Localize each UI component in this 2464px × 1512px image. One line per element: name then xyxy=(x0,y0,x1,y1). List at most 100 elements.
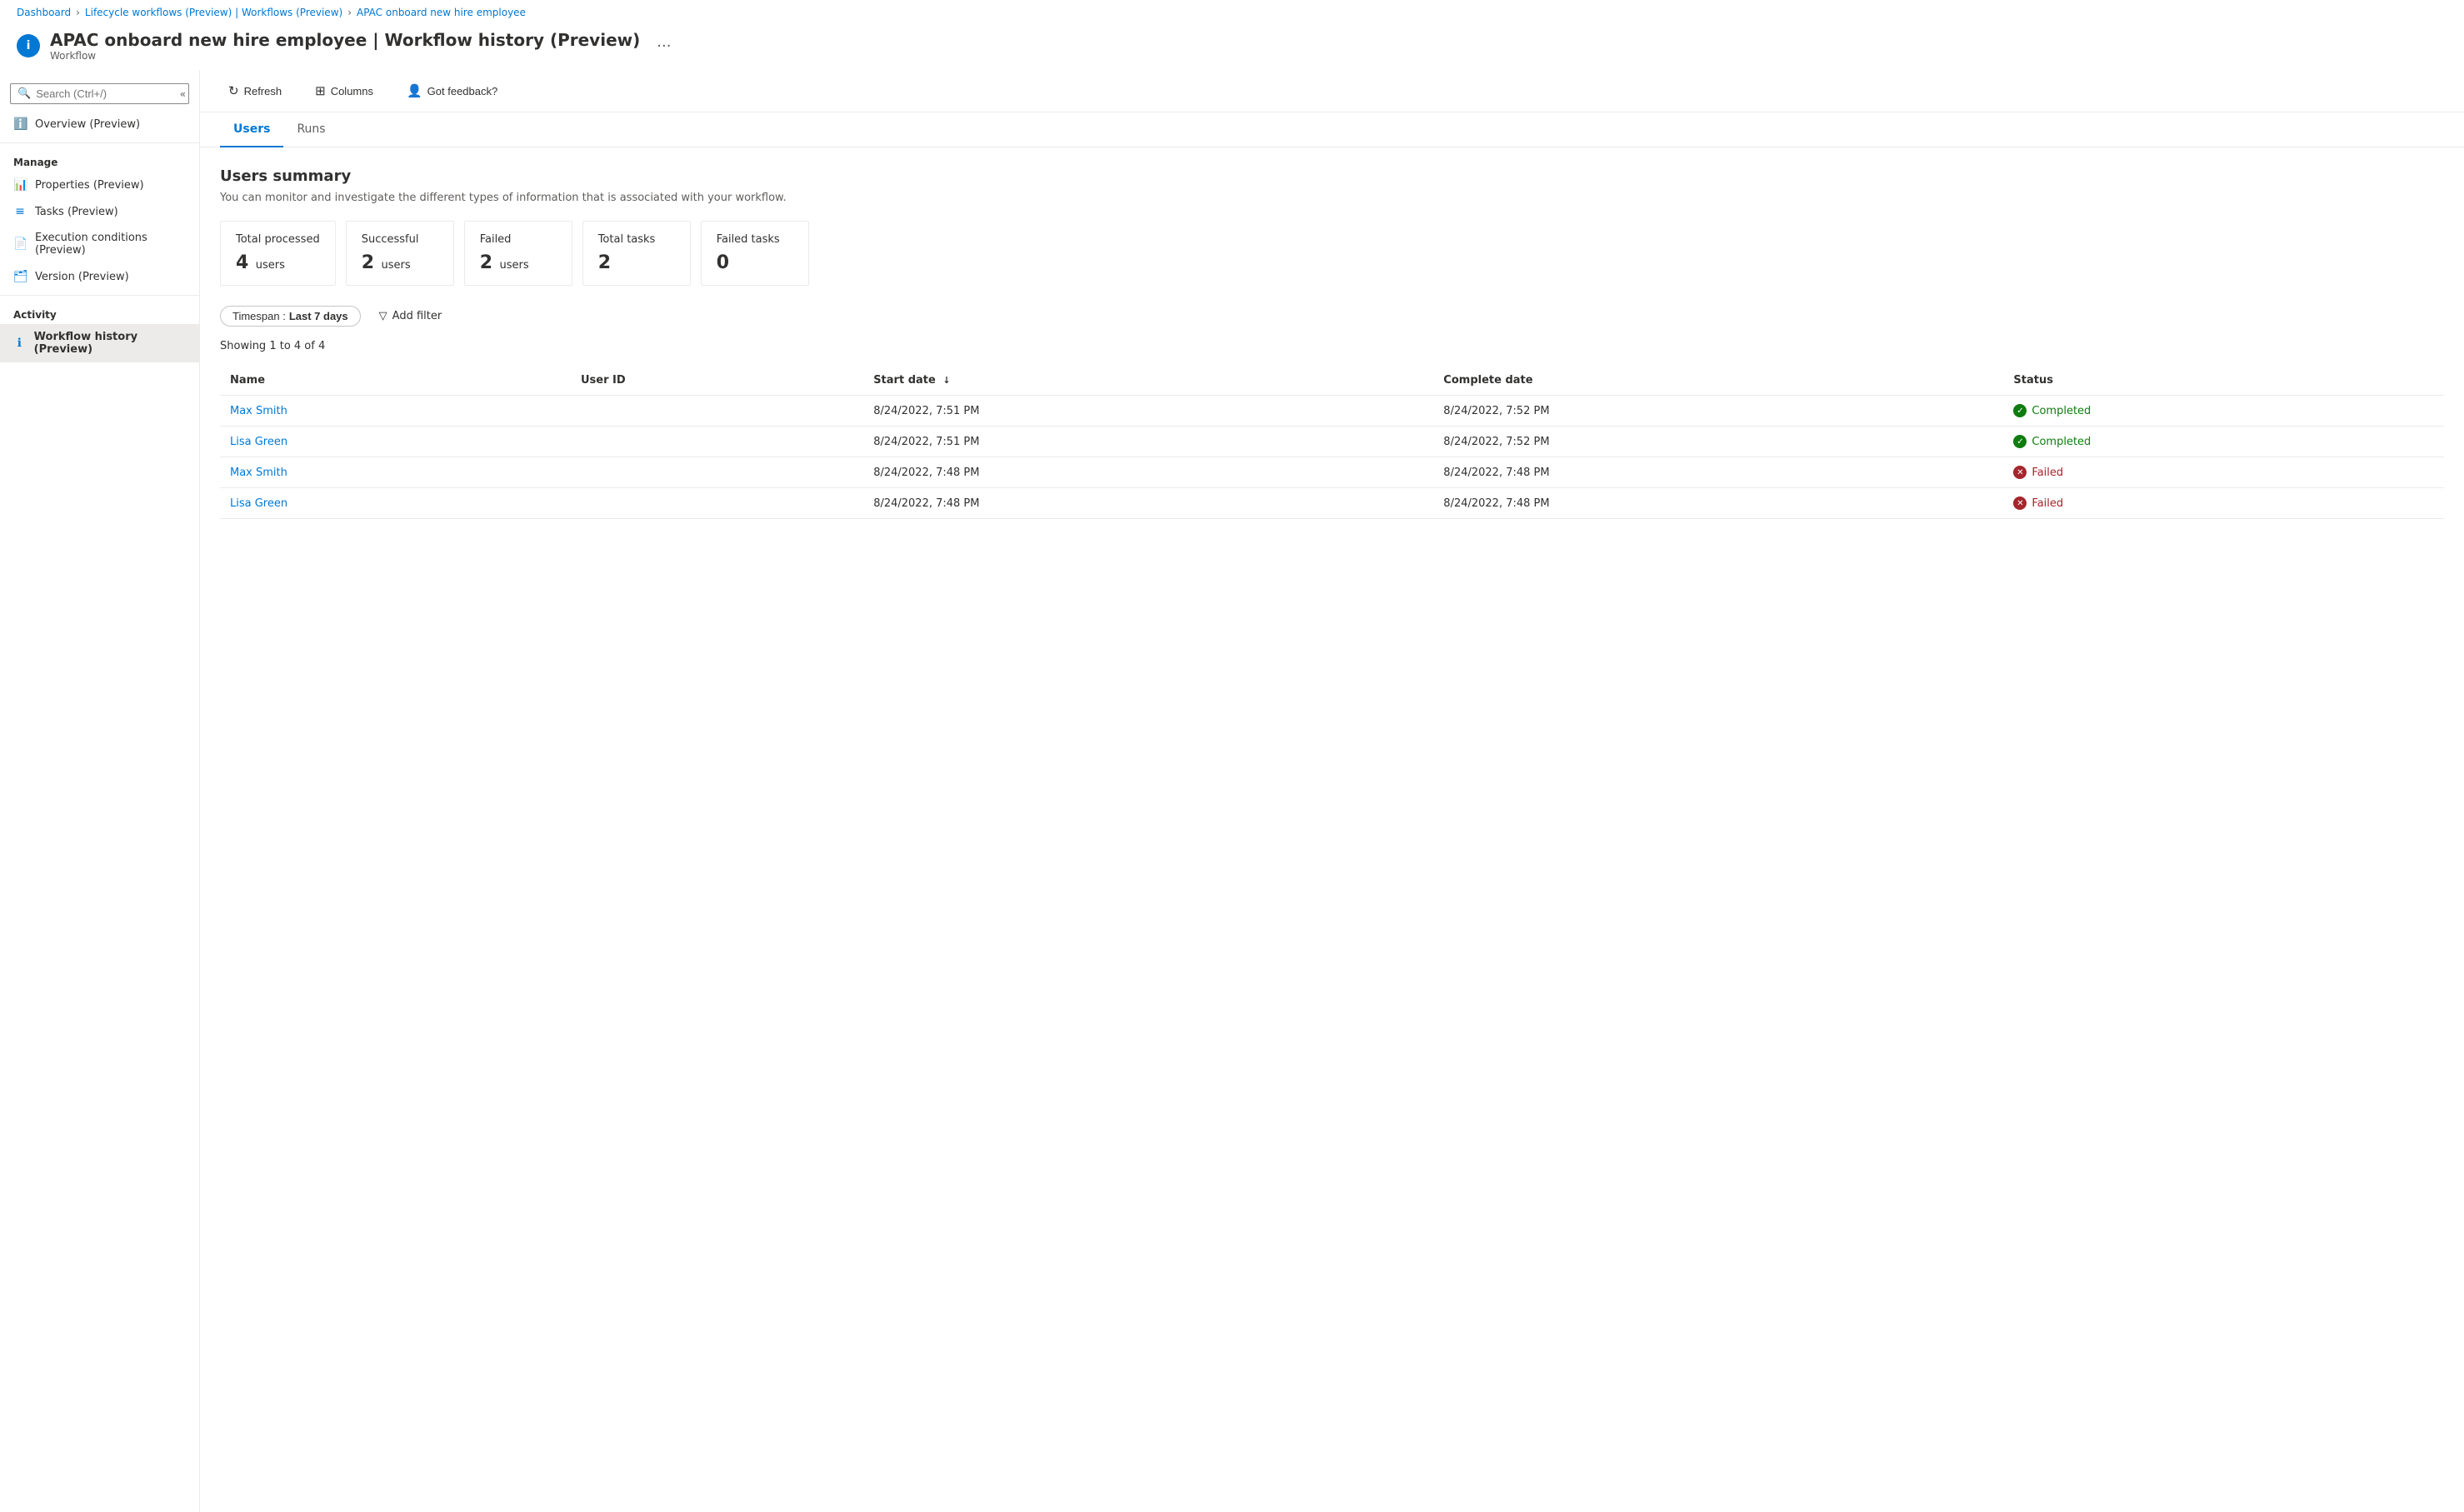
search-input[interactable] xyxy=(36,87,182,100)
col-header-start-date[interactable]: Start date ↓ xyxy=(863,366,1433,396)
info-icon: ℹ️ xyxy=(13,117,27,131)
showing-text: Showing 1 to 4 of 4 xyxy=(220,340,2444,352)
cell-user-id xyxy=(571,488,863,519)
page-content: Users summary You can monitor and invest… xyxy=(200,147,2464,1512)
failed-icon: ✕ xyxy=(2013,466,2027,479)
cell-name[interactable]: Max Smith xyxy=(220,457,571,488)
cell-start-date: 8/24/2022, 7:48 PM xyxy=(863,488,1433,519)
cell-name[interactable]: Lisa Green xyxy=(220,427,571,457)
refresh-button[interactable]: ↻ Refresh xyxy=(220,78,290,103)
sidebar-divider-2 xyxy=(0,295,199,296)
info-circle-icon: ℹ xyxy=(13,337,26,350)
add-filter-label: Add filter xyxy=(392,310,442,322)
status-text: Failed xyxy=(2032,497,2063,510)
cell-complete-date: 8/24/2022, 7:52 PM xyxy=(1433,427,2003,457)
col-header-name: Name xyxy=(220,366,571,396)
tabs: Users Runs xyxy=(200,112,2464,147)
list-icon: ≡ xyxy=(13,205,27,218)
sidebar-item-properties[interactable]: 📊 Properties (Preview) xyxy=(0,172,199,198)
card-total-tasks-value: 2 xyxy=(598,252,611,273)
manage-section-label: Manage xyxy=(0,148,199,172)
summary-cards: Total processed 4 users Successful 2 use… xyxy=(220,221,2444,286)
cell-status: ✕ Failed xyxy=(2003,488,2444,519)
cell-start-date: 8/24/2022, 7:48 PM xyxy=(863,457,1433,488)
card-failed-unit: users xyxy=(499,259,528,272)
columns-icon: ⊞ xyxy=(315,83,326,98)
breadcrumb-dashboard[interactable]: Dashboard xyxy=(17,7,71,18)
cell-name[interactable]: Lisa Green xyxy=(220,488,571,519)
timespan-value: Last 7 days xyxy=(289,310,348,322)
columns-button[interactable]: ⊞ Columns xyxy=(307,78,382,103)
table-row: Lisa Green 8/24/2022, 7:51 PM 8/24/2022,… xyxy=(220,427,2444,457)
sidebar-item-overview[interactable]: ℹ️ Overview (Preview) xyxy=(0,111,199,137)
card-successful-value: 2 xyxy=(362,252,374,273)
toolbar: ↻ Refresh ⊞ Columns 👤 Got feedback? xyxy=(200,70,2464,112)
sidebar-item-tasks[interactable]: ≡ Tasks (Preview) xyxy=(0,198,199,225)
page-icon: i xyxy=(17,34,40,57)
card-total-processed-unit: users xyxy=(256,259,285,272)
sidebar-item-properties-label: Properties (Preview) xyxy=(35,179,144,192)
filters: Timespan : Last 7 days ▽ Add filter xyxy=(220,306,2444,327)
sidebar-item-execution-label: Execution conditions (Preview) xyxy=(35,232,186,257)
sort-icon: ↓ xyxy=(942,375,950,386)
more-options-button[interactable]: ··· xyxy=(650,34,677,58)
sidebar-item-workflow-history[interactable]: ℹ Workflow history (Preview) xyxy=(0,324,199,362)
card-failed-tasks-label: Failed tasks xyxy=(717,233,793,246)
sidebar-item-version-label: Version (Preview) xyxy=(35,271,129,283)
activity-section-label: Activity xyxy=(0,301,199,324)
cell-complete-date: 8/24/2022, 7:48 PM xyxy=(1433,488,2003,519)
failed-icon: ✕ xyxy=(2013,497,2027,510)
card-failed-label: Failed xyxy=(480,233,557,246)
filter-icon: ▽ xyxy=(379,310,387,322)
stack-icon: 🗂 xyxy=(13,270,27,283)
page-title: APAC onboard new hire employee | Workflo… xyxy=(50,30,640,50)
card-failed-value: 2 xyxy=(480,252,492,273)
cell-status: ✕ Failed xyxy=(2003,457,2444,488)
sidebar-item-overview-label: Overview (Preview) xyxy=(35,118,140,131)
table-row: Max Smith 8/24/2022, 7:51 PM 8/24/2022, … xyxy=(220,396,2444,427)
sidebar-item-version[interactable]: 🗂 Version (Preview) xyxy=(0,263,199,290)
col-header-status: Status xyxy=(2003,366,2444,396)
col-header-user-id: User ID xyxy=(571,366,863,396)
user-name-link[interactable]: Max Smith xyxy=(230,405,287,417)
sidebar-item-execution[interactable]: 📄 Execution conditions (Preview) xyxy=(0,225,199,263)
cell-name[interactable]: Max Smith xyxy=(220,396,571,427)
user-name-link[interactable]: Lisa Green xyxy=(230,436,287,448)
main-content: ↻ Refresh ⊞ Columns 👤 Got feedback? User… xyxy=(200,70,2464,1512)
tab-runs[interactable]: Runs xyxy=(283,112,338,147)
col-header-complete-date: Complete date xyxy=(1433,366,2003,396)
cell-complete-date: 8/24/2022, 7:48 PM xyxy=(1433,457,2003,488)
card-successful-label: Successful xyxy=(362,233,438,246)
users-table: Name User ID Start date ↓ Complete date … xyxy=(220,366,2444,519)
card-failed-tasks-value: 0 xyxy=(717,252,729,273)
cell-complete-date: 8/24/2022, 7:52 PM xyxy=(1433,396,2003,427)
tab-users[interactable]: Users xyxy=(220,112,283,147)
table-row: Max Smith 8/24/2022, 7:48 PM 8/24/2022, … xyxy=(220,457,2444,488)
card-total-processed: Total processed 4 users xyxy=(220,221,336,286)
card-total-processed-value: 4 xyxy=(236,252,248,273)
timespan-filter-button[interactable]: Timespan : Last 7 days xyxy=(220,306,361,327)
cell-start-date: 8/24/2022, 7:51 PM xyxy=(863,396,1433,427)
timespan-label: Timespan : xyxy=(232,310,286,322)
add-filter-button[interactable]: ▽ Add filter xyxy=(371,307,451,326)
user-name-link[interactable]: Max Smith xyxy=(230,467,287,479)
collapse-sidebar-button[interactable]: « xyxy=(173,85,192,103)
breadcrumb-lifecycle[interactable]: Lifecycle workflows (Preview) | Workflow… xyxy=(85,7,342,18)
status-text: Failed xyxy=(2032,467,2063,479)
user-name-link[interactable]: Lisa Green xyxy=(230,497,287,510)
search-box[interactable]: 🔍 xyxy=(10,83,189,104)
card-failed: Failed 2 users xyxy=(464,221,572,286)
card-total-tasks: Total tasks 2 xyxy=(582,221,691,286)
card-successful: Successful 2 users xyxy=(346,221,454,286)
completed-icon: ✓ xyxy=(2013,435,2027,448)
feedback-icon: 👤 xyxy=(407,83,422,98)
feedback-button[interactable]: 👤 Got feedback? xyxy=(398,78,506,103)
summary-description: You can monitor and investigate the diff… xyxy=(220,192,2444,204)
sidebar-item-tasks-label: Tasks (Preview) xyxy=(35,206,118,218)
cell-user-id xyxy=(571,457,863,488)
sidebar: 🔍 « ℹ️ Overview (Preview) Manage 📊 Prope… xyxy=(0,70,200,1512)
cell-user-id xyxy=(571,396,863,427)
breadcrumb-workflow[interactable]: APAC onboard new hire employee xyxy=(357,7,526,18)
status-text: Completed xyxy=(2032,436,2091,448)
bar-chart-icon: 📊 xyxy=(13,178,27,192)
